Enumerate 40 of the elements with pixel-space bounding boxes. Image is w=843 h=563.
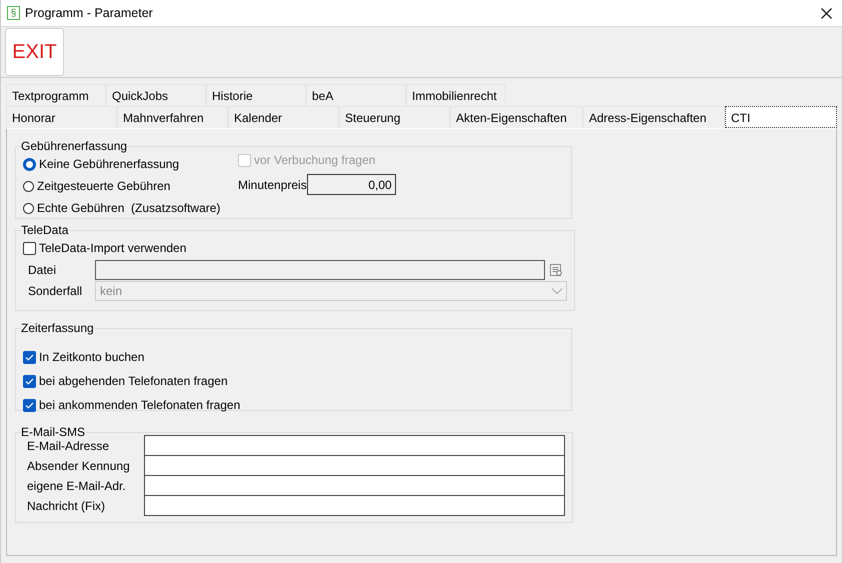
document-icon[interactable] — [549, 262, 563, 276]
checkbox-option[interactable]: bei abgehenden Telefonaten fragen — [23, 369, 564, 393]
field-label: Absender Kennung — [26, 459, 131, 473]
app-icon: § — [7, 6, 20, 20]
tab[interactable]: Honorar — [6, 106, 117, 128]
tab[interactable]: Historie — [206, 84, 306, 106]
tab[interactable]: beA — [306, 84, 406, 106]
radio-option[interactable]: Zeitgesteuerte Gebühren — [23, 175, 233, 197]
field-label: eigene E-Mail-Adr. — [26, 479, 127, 493]
group-title: E-Mail-SMS — [21, 425, 86, 439]
close-icon[interactable] — [821, 8, 832, 18]
chevron-icon — [551, 286, 563, 294]
group-title: TeleData — [21, 223, 68, 237]
field-label: Nachricht (Fix) — [26, 499, 106, 513]
tab[interactable]: Immobilienrecht — [406, 84, 506, 106]
tab[interactable]: Textprogramm — [6, 84, 106, 106]
checkbox-option[interactable]: bei ankommenden Telefonaten fragen — [23, 393, 564, 417]
checkbox-option[interactable]: In Zeitkonto buchen — [23, 345, 564, 369]
price-field[interactable]: 0,00 — [306, 174, 396, 195]
radio-option[interactable]: Keine Gebührenerfassung — [23, 153, 233, 175]
window-title: Programm - Parameter — [25, 6, 154, 20]
input-field[interactable] — [144, 455, 565, 476]
group-title: Zeiterfassung — [21, 321, 94, 335]
tab[interactable]: Kalender — [228, 106, 339, 128]
radio-option[interactable]: Echte Gebühren (Zusatzsoftware) — [23, 197, 233, 219]
exit-button[interactable]: EXIT — [5, 28, 64, 76]
tab[interactable]: Akten-Eigenschaften — [450, 106, 583, 128]
input-field[interactable] — [144, 495, 565, 516]
input-field[interactable] — [144, 475, 565, 496]
checkbox-option[interactable]: TeleData-Import verwenden — [23, 237, 567, 259]
tab[interactable]: Mahnverfahren — [117, 106, 228, 128]
tab[interactable]: CTI — [725, 106, 837, 128]
field-label: Minutenpreis — [238, 178, 307, 192]
tab[interactable]: Steuerung — [339, 106, 450, 128]
input-field[interactable] — [144, 435, 565, 456]
field-label: Sonderfall — [27, 284, 84, 298]
tab[interactable]: QuickJobs — [106, 84, 206, 106]
group-title: Gebührenerfassung — [21, 139, 128, 153]
field-label: Datei — [27, 262, 58, 276]
field-label: E-Mail-Adresse — [26, 439, 110, 453]
